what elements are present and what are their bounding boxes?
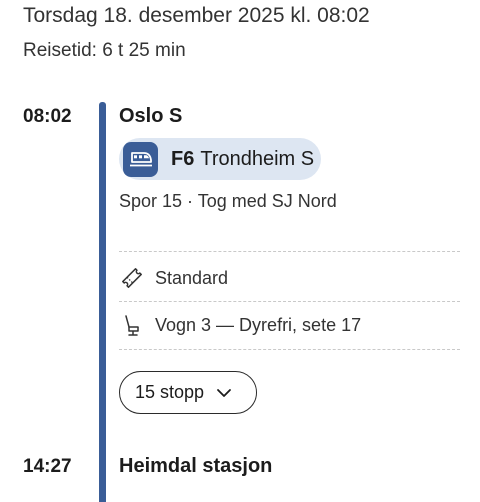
arrival-station: Heimdal stasjon — [119, 455, 273, 477]
timeline-line — [99, 102, 106, 502]
departure-station: Oslo S — [119, 105, 183, 127]
trip-date-time: Torsdag 18. desember 2025 kl. 08:02 — [23, 4, 370, 27]
departure-time: 08:02 — [23, 106, 72, 127]
platform-operator-info: Spor 15 · Tog med SJ Nord — [119, 191, 337, 211]
divider — [119, 301, 460, 302]
line-destination: Trondheim S — [200, 147, 315, 170]
seat-row: Vogn 3 — Dyrefri, sete 17 — [119, 311, 361, 339]
arrival-time: 14:27 — [23, 456, 72, 477]
line-badge[interactable]: F6 Trondheim S — [119, 138, 321, 180]
divider — [119, 349, 460, 350]
ticket-class-row: Standard — [119, 264, 228, 292]
divider — [119, 251, 460, 252]
ticket-icon — [119, 265, 145, 291]
seat-icon — [119, 312, 145, 338]
stops-label: 15 stopp — [135, 382, 205, 402]
chevron-down-icon — [216, 388, 232, 398]
intermediate-stops-button[interactable]: 15 stopp — [119, 371, 257, 414]
train-icon — [123, 141, 158, 177]
ticket-class-label: Standard — [155, 267, 229, 288]
seat-label: Vogn 3 — Dyrefri, sete 17 — [155, 314, 362, 335]
travel-duration: Reisetid: 6 t 25 min — [23, 40, 186, 61]
line-code: F6 — [171, 147, 195, 170]
